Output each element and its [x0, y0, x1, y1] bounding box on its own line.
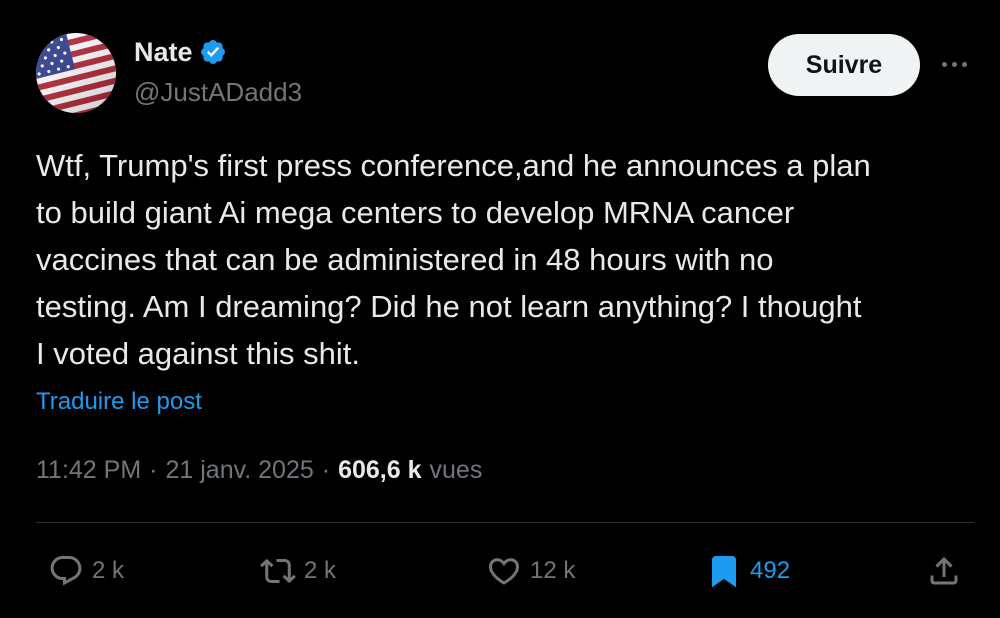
share-button[interactable] [926, 551, 962, 591]
repost-icon [260, 558, 296, 584]
reply-button[interactable]: 2 k [48, 551, 124, 591]
bookmark-button[interactable]: 492 [706, 551, 790, 591]
dot [961, 61, 967, 67]
repost-button[interactable]: 2 k [260, 551, 336, 591]
tweet-card: Nate @JustADadd3 Suivre Wtf, Trump's fir… [0, 0, 1000, 618]
follow-button[interactable]: Suivre [768, 34, 920, 96]
divider [36, 522, 974, 523]
tweet-date[interactable]: 21 janv. 2025 [165, 452, 313, 488]
views-count: 606,6 k [338, 456, 422, 484]
bookmark-icon [712, 556, 736, 588]
heart-icon [488, 558, 520, 585]
tweet-text: Wtf, Trump's first press conference,and … [36, 148, 871, 371]
dot [951, 61, 957, 67]
tweet-meta: 11:42 PM · 21 janv. 2025 · 606,6 k vues [36, 452, 482, 488]
share-icon [930, 556, 958, 585]
bookmark-count: 492 [750, 557, 791, 584]
dot [941, 61, 947, 67]
tweet-time[interactable]: 11:42 PM [36, 452, 141, 488]
like-count: 12 k [530, 557, 576, 584]
more-horizontal-icon[interactable] [936, 52, 972, 76]
meta-separator: · [149, 456, 158, 484]
repost-count: 2 k [304, 557, 337, 584]
author-name-row: Nate [134, 36, 227, 68]
translate-post-link[interactable]: Traduire le post [36, 386, 202, 418]
like-button[interactable]: 12 k [486, 551, 575, 591]
us-flag-avatar-icon [36, 33, 116, 113]
meta-separator: · [321, 456, 331, 484]
reply-icon [50, 556, 82, 586]
author-handle[interactable]: @JustADadd3 [134, 76, 302, 108]
views-label: vues [429, 456, 483, 484]
author-name[interactable]: Nate [134, 36, 193, 68]
reply-count: 2 k [92, 557, 125, 584]
verified-badge-icon [200, 40, 225, 64]
avatar[interactable] [36, 33, 116, 113]
